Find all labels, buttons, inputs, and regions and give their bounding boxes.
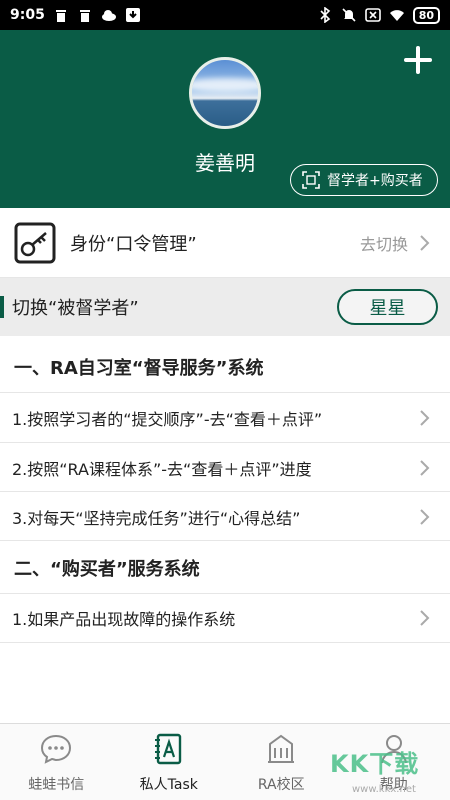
wifi-icon (389, 10, 404, 21)
section-title: 一、RA自习室“督导服务”系统 (14, 358, 264, 379)
sim-off-icon (364, 8, 381, 22)
section-title: 二、“购买者”服务系统 (14, 559, 200, 580)
list-item-label: 1.按照学习者的“提交顺序”-去“查看＋点评” (12, 409, 323, 429)
task-book-icon (154, 733, 181, 765)
list-item[interactable]: 1.按照学习者的“提交顺序”-去“查看＋点评” (0, 392, 450, 442)
watermark-logo: KK下载 (330, 750, 420, 778)
list-item-label: 2.按照“RA课程体系”-去“查看＋点评”进度 (12, 459, 312, 479)
switch-role-icon (302, 171, 320, 189)
status-time: 9:05 (10, 7, 45, 23)
divider (0, 540, 450, 541)
chevron-right-icon (420, 409, 430, 426)
nav-label: RA校区 (257, 777, 305, 793)
list-item[interactable]: 2.按照“RA课程体系”-去“查看＋点评”进度 (0, 442, 450, 492)
nav-item-private-task[interactable]: 私人Task (113, 724, 226, 800)
switch-supervisee-row: 切换“被督学者” 星星 (0, 278, 450, 336)
identity-password-row[interactable]: 身份“口令管理” 去切换 (0, 208, 450, 278)
role-switch-label: 督学者+购买者 (327, 173, 423, 189)
accent-bar (0, 296, 4, 318)
profile-header: 姜善明 督学者+购买者 (0, 30, 450, 208)
chevron-right-icon (420, 234, 430, 251)
chevron-right-icon (420, 459, 430, 476)
download-icon (125, 8, 140, 22)
building-icon (268, 734, 295, 763)
battery-level: 80 (412, 6, 440, 24)
status-bar: 9:05 80 (0, 0, 450, 30)
list-item[interactable]: 1.如果产品出现故障的操作系统 (0, 593, 450, 643)
trash-icon (79, 10, 90, 22)
nav-item-letters[interactable]: 蛙蛙书信 (0, 724, 113, 800)
watermark-url: www.kkx.net (352, 784, 416, 795)
bluetooth-icon (320, 7, 330, 23)
nav-item-campus[interactable]: RA校区 (225, 724, 338, 800)
chevron-right-icon (420, 508, 430, 525)
identity-label: 身份“口令管理” (70, 233, 197, 255)
identity-switch-link[interactable]: 去切换 (360, 231, 408, 255)
mute-icon (342, 8, 356, 22)
switch-label: 切换“被督学者” (12, 298, 139, 319)
nav-label: 私人Task (139, 777, 198, 793)
nav-label: 蛙蛙书信 (28, 777, 85, 793)
role-switch-button[interactable]: 督学者+购买者 (290, 164, 438, 196)
key-icon (14, 222, 56, 263)
supervisee-select-button[interactable]: 星星 (337, 289, 438, 325)
list-item-label: 3.对每天“坚持完成任务”进行“心得总结” (12, 508, 301, 528)
add-button[interactable] (402, 44, 434, 76)
list-item[interactable]: 3.对每天“坚持完成任务”进行“心得总结” (0, 491, 450, 541)
list-item-label: 1.如果产品出现故障的操作系统 (12, 610, 236, 629)
trash-icon (55, 10, 66, 22)
avatar[interactable] (189, 57, 261, 129)
chevron-right-icon (420, 610, 430, 626)
chat-bubble-icon (41, 734, 72, 764)
cloud-icon (101, 10, 116, 21)
